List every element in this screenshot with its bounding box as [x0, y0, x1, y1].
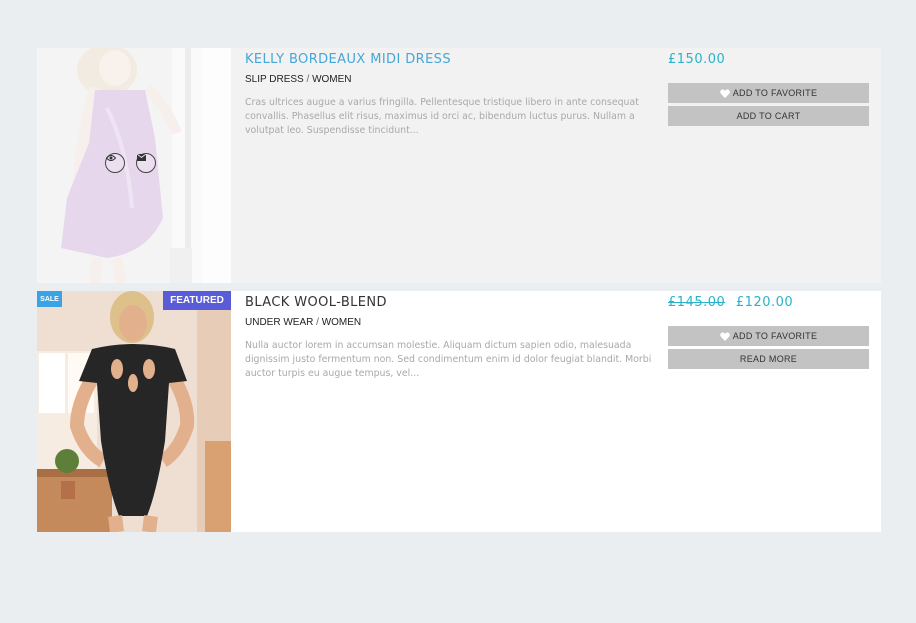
add-to-favorite-button[interactable]: ADD TO FAVORITE	[668, 83, 869, 103]
favorite-label: ADD TO FAVORITE	[732, 331, 818, 341]
product-description: Nulla auctor lorem in accumsan molestie.…	[245, 340, 652, 379]
image-overlay	[37, 48, 231, 283]
category-separator: /	[316, 317, 319, 328]
bodysuit-photo	[37, 291, 231, 532]
category-link[interactable]: SLIP DRESS	[245, 74, 304, 85]
product-info: BLACK WOOL-BLEND UNDER WEAR / WOMEN Null…	[231, 291, 661, 532]
envelope-icon	[137, 154, 146, 161]
product-category: UNDER WEAR / WOMEN	[245, 317, 661, 329]
category-link[interactable]: UNDER WEAR	[245, 317, 313, 328]
product-info: KELLY BORDEAUX MIDI DRESS SLIP DRESS / W…	[231, 48, 661, 283]
add-to-favorite-button[interactable]: ADD TO FAVORITE	[668, 326, 869, 346]
price: £150.00	[668, 52, 869, 83]
current-price: £120.00	[735, 295, 794, 310]
product-title-link[interactable]: BLACK WOOL-BLEND	[245, 295, 661, 311]
product-title-link[interactable]: KELLY BORDEAUX MIDI DRESS	[245, 52, 661, 68]
read-more-button[interactable]: READ MORE	[668, 349, 869, 369]
email-button[interactable]	[136, 153, 156, 173]
product-actions: £150.00 ADD TO FAVORITE ADD TO CART	[668, 48, 869, 283]
product-image[interactable]: SALE FEATURED	[37, 291, 231, 532]
product-description: Cras ultrices augue a varius fringilla. …	[245, 97, 639, 136]
product-category: SLIP DRESS / WOMEN	[245, 74, 661, 86]
price: £145.00 £120.00	[668, 295, 869, 326]
current-price: £150.00	[668, 52, 726, 67]
category-separator: /	[306, 74, 310, 85]
featured-badge: FEATURED	[163, 291, 231, 310]
heart-icon	[719, 88, 730, 98]
category-parent-link[interactable]: WOMEN	[322, 317, 361, 328]
add-to-cart-button[interactable]: ADD TO CART	[668, 106, 869, 126]
old-price: £145.00	[668, 295, 726, 310]
category-parent-link[interactable]: WOMEN	[312, 74, 351, 85]
product-image[interactable]	[37, 48, 231, 283]
product-card: KELLY BORDEAUX MIDI DRESS SLIP DRESS / W…	[37, 48, 881, 283]
eye-icon	[106, 155, 116, 161]
product-card: SALE FEATURED BLACK WOOL-BLEND UNDER WEA…	[37, 291, 881, 532]
heart-icon	[719, 331, 730, 341]
sale-badge: SALE	[37, 291, 62, 307]
quick-view-button[interactable]	[105, 153, 125, 173]
favorite-label: ADD TO FAVORITE	[732, 88, 818, 98]
product-actions: £145.00 £120.00 ADD TO FAVORITE READ MOR…	[668, 291, 869, 532]
